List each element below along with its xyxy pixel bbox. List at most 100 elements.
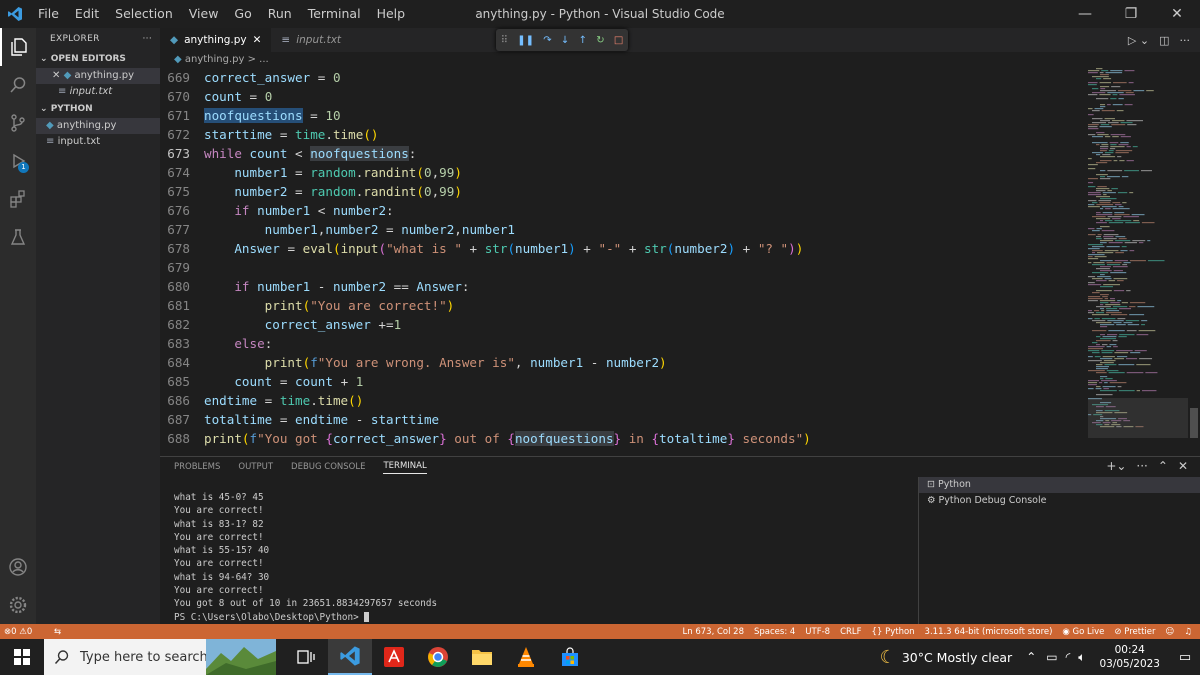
python-file-icon: ◆ [174, 54, 185, 65]
tab-anything-py[interactable]: ◆ anything.py ✕ [160, 28, 272, 52]
minimize-icon[interactable]: — [1062, 0, 1108, 28]
taskbar-pdf-icon[interactable] [372, 639, 416, 675]
chevron-up-icon[interactable]: ⌃ [1026, 650, 1036, 664]
folder-python-header[interactable]: ⌄ PYTHON [36, 100, 160, 118]
more-actions-icon[interactable]: ··· [1180, 34, 1191, 47]
explorer-icon[interactable] [0, 28, 36, 66]
minimap[interactable] [1088, 68, 1188, 438]
close-tab-icon[interactable]: ✕ [253, 34, 262, 46]
menu-go[interactable]: Go [226, 0, 259, 28]
menu-edit[interactable]: Edit [67, 0, 107, 28]
code-editor[interactable]: 669 correct_answer = 0 670 count = 0 671 no… [160, 68, 1080, 448]
close-icon[interactable]: ✕ [52, 70, 60, 81]
encoding[interactable]: UTF-8 [805, 627, 830, 637]
search-icon [54, 650, 69, 665]
menu-help[interactable]: Help [369, 0, 414, 28]
close-panel-icon[interactable]: ✕ [1178, 459, 1188, 473]
restore-icon[interactable]: ❐ [1108, 0, 1154, 28]
terminal-line: You are correct! [174, 558, 264, 570]
weather-text[interactable]: 30°C Mostly clear [902, 650, 1012, 665]
prettier-status[interactable]: ⊘ Prettier [1114, 627, 1155, 637]
menu-view[interactable]: View [181, 0, 227, 28]
task-view-icon[interactable] [284, 639, 328, 675]
step-out-icon[interactable]: ↑ [579, 35, 587, 46]
settings-gear-icon[interactable] [0, 586, 36, 624]
maximize-panel-icon[interactable]: ⌃ [1158, 459, 1168, 473]
python-file-icon: ◆ [170, 34, 179, 46]
python-interpreter[interactable]: 3.11.3 64-bit (microsoft store) [925, 627, 1053, 637]
source-control-icon[interactable] [0, 104, 36, 142]
more-actions-icon[interactable]: ··· [1136, 459, 1147, 473]
taskbar-vlc-icon[interactable] [504, 639, 548, 675]
language-mode[interactable]: {} Python [872, 627, 915, 637]
tab-input-txt[interactable]: ≡ input.txt [271, 28, 351, 52]
open-editor-anything-py[interactable]: ✕ ◆ anything.py [36, 68, 160, 84]
clock-time: 00:24 [1114, 644, 1145, 656]
editor-scrollbar[interactable] [1188, 68, 1200, 456]
taskbar-store-icon[interactable] [548, 639, 592, 675]
menu-run[interactable]: Run [260, 0, 300, 28]
tab-terminal[interactable]: TERMINAL [383, 461, 427, 474]
pause-icon[interactable]: ❚❚ [517, 35, 534, 46]
notification-center-icon[interactable]: ▭ [1170, 650, 1200, 665]
menu-bar: File Edit Selection View Go Run Terminal… [30, 0, 413, 28]
file-anything-py[interactable]: ◆ anything.py [36, 118, 160, 134]
go-live-button[interactable]: ◉ Go Live [1062, 627, 1104, 637]
tab-debug-console[interactable]: DEBUG CONSOLE [291, 462, 365, 472]
taskbar-search[interactable]: Type here to search [44, 639, 276, 675]
testing-icon[interactable] [0, 218, 36, 256]
account-icon[interactable] [0, 548, 36, 586]
more-actions-icon[interactable]: ··· [143, 34, 152, 44]
stop-icon[interactable]: □ [614, 35, 623, 46]
terminal-icon: ⊡ [927, 479, 938, 490]
clock-date: 03/05/2023 [1099, 658, 1160, 670]
new-terminal-icon[interactable]: +⌄ [1106, 459, 1126, 473]
broadcast-icon: ◉ [1062, 626, 1073, 637]
indentation[interactable]: Spaces: 4 [754, 627, 795, 637]
step-over-icon[interactable]: ↷ [543, 35, 551, 46]
clock[interactable]: 00:24 03/05/2023 [1089, 643, 1170, 671]
wifi-icon[interactable]: ◜ [1066, 650, 1071, 664]
notifications-icon[interactable]: ♫ [1184, 627, 1192, 637]
problems-status[interactable]: ⊗ 0 ⚠ 0 [0, 624, 36, 639]
step-into-icon[interactable]: ↓ [561, 35, 569, 46]
drag-handle-icon[interactable]: ⠿ [501, 35, 508, 46]
terminal-output[interactable]: what is 45-0? 45 You are correct! what i… [174, 491, 437, 624]
line-ending[interactable]: CRLF [840, 627, 861, 637]
volume-icon[interactable]: 🔈︎ [1078, 650, 1085, 665]
error-icon: ⊗ [4, 626, 12, 637]
open-editor-input-txt[interactable]: ≡ input.txt [36, 84, 160, 100]
terminal-item-python-debug-console[interactable]: ⚙ Python Debug Console [919, 493, 1200, 509]
tab-problems[interactable]: PROBLEMS [174, 462, 220, 472]
tab-output[interactable]: OUTPUT [238, 462, 273, 472]
windows-start-icon[interactable] [0, 639, 44, 675]
run-debug-icon[interactable]: 1 [0, 142, 36, 180]
search-placeholder: Type here to search [80, 649, 208, 665]
close-window-icon[interactable]: ✕ [1154, 0, 1200, 28]
terminal-prompt-line[interactable]: PS C:\Users\Olabo\Desktop\Python> [174, 611, 437, 624]
terminal-line: You got 8 out of 10 in 23651.8834297657 … [174, 598, 438, 610]
weather-moon-icon[interactable]: ☾ [880, 647, 896, 668]
taskbar-chrome-icon[interactable] [416, 639, 460, 675]
terminal-item-python[interactable]: ⊡ Python [919, 477, 1200, 493]
feedback-icon[interactable]: ☺ [1166, 627, 1175, 637]
run-file-icon[interactable]: ▷ ⌄ [1128, 34, 1149, 47]
cursor-position[interactable]: Ln 673, Col 28 [683, 627, 744, 637]
battery-icon[interactable]: ▭ [1046, 650, 1057, 664]
split-editor-icon[interactable]: ◫ [1159, 34, 1169, 47]
menu-selection[interactable]: Selection [107, 0, 181, 28]
live-share-icon[interactable]: ⇆ [54, 627, 61, 637]
taskbar-file-explorer-icon[interactable] [460, 639, 504, 675]
open-editors-header[interactable]: ⌄ OPEN EDITORS [36, 50, 160, 68]
file-input-txt[interactable]: ≡ input.txt [36, 134, 160, 150]
taskbar-vscode-icon[interactable] [328, 639, 372, 675]
menu-file[interactable]: File [30, 0, 67, 28]
restart-icon[interactable]: ↻ [596, 35, 604, 46]
terminal-line: what is 94-64? 30 [174, 571, 270, 583]
extensions-icon[interactable] [0, 180, 36, 218]
terminal-line: what is 55-15? 40 [174, 545, 270, 557]
menu-terminal[interactable]: Terminal [300, 0, 369, 28]
search-icon[interactable] [0, 66, 36, 104]
breadcrumb[interactable]: ◆ anything.py > ... [160, 52, 1200, 68]
chevron-down-icon: ⌄ [40, 54, 51, 64]
